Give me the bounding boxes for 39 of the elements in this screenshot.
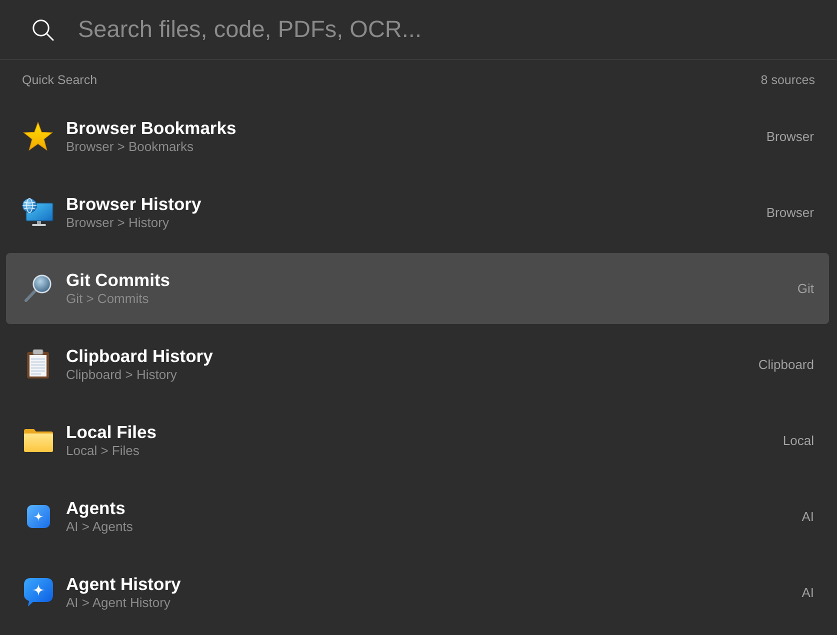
result-title: Agents [66, 498, 126, 518]
search-field[interactable]: Search files, code, PDFs, OCR... [78, 12, 817, 46]
result-title: Clipboard History [66, 346, 213, 366]
magnifier-icon [24, 274, 52, 302]
result-row[interactable]: Browser History Browser > History Browser [6, 176, 829, 248]
source-label: Browser [766, 128, 814, 144]
result-row[interactable]: Local Files Local > Files Local [6, 404, 829, 476]
result-row[interactable]: Agent History AI > Agent History AI [6, 556, 829, 628]
result-path: AI > Agent History [66, 594, 170, 610]
folder-icon [24, 428, 52, 452]
result-title: Browser Bookmarks [66, 118, 236, 138]
search-icon [32, 18, 54, 40]
source-label: Browser [766, 204, 814, 220]
sparkle-icon [26, 504, 50, 528]
result-path: AI > Agents [66, 518, 133, 534]
star-icon [23, 122, 53, 150]
source-count: 8 sources [760, 73, 815, 87]
source-label: Clipboard [758, 356, 814, 372]
result-path: Browser > Bookmarks [66, 138, 194, 154]
result-title: Agent History [66, 574, 181, 594]
result-path: Local > Files [66, 442, 140, 458]
result-row[interactable]: Agents AI > Agents AI [6, 480, 829, 552]
source-label: AI [802, 508, 814, 524]
result-path: Git > Commits [66, 290, 149, 306]
result-title: Browser History [66, 194, 202, 214]
section-title: Quick Search [22, 73, 98, 87]
clipboard-icon [26, 349, 50, 379]
chat-sparkle-icon [24, 578, 52, 606]
source-label: Git [797, 280, 814, 296]
result-path: Browser > History [66, 214, 169, 230]
source-label: Local [782, 432, 814, 448]
monitor-globe-icon [22, 198, 54, 226]
result-path: Clipboard > History [66, 366, 177, 382]
source-label: AI [802, 584, 814, 600]
result-title: Git Commits [66, 270, 170, 290]
result-title: Local Files [66, 422, 156, 442]
result-row[interactable]: Clipboard History Clipboard > History Clipboard [6, 328, 829, 400]
result-row[interactable]: Git Commits Git > Commits Git [6, 252, 829, 324]
result-row[interactable]: Browser Bookmarks Browser > Bookmarks Browser [6, 100, 829, 172]
